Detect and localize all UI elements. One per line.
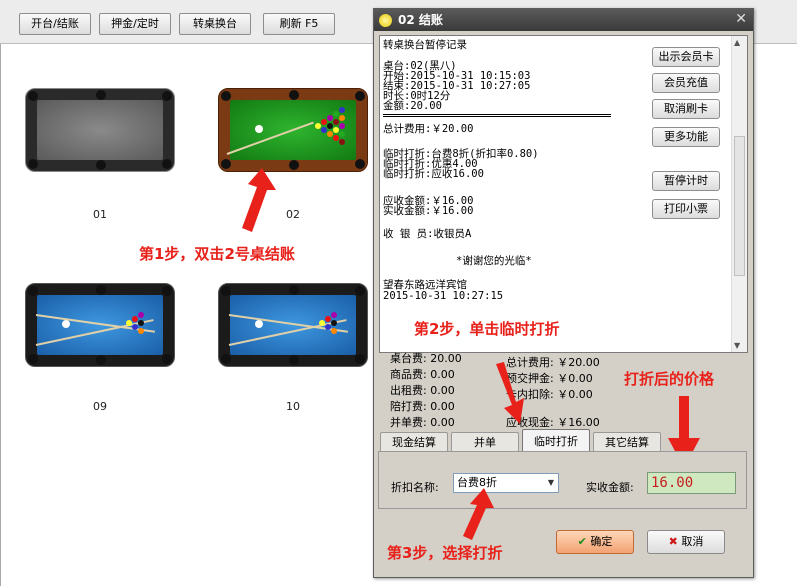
scroll-thumb[interactable] [734,136,745,276]
tab-cash-settlement[interactable]: 现金结算 [380,432,448,452]
step3-arrow-icon [463,488,494,540]
scroll-down-icon[interactable]: ▼ [734,341,740,350]
receipt-line: 收 银 员:收银员A [383,228,472,240]
table-09[interactable] [25,283,175,367]
table-10[interactable] [218,283,368,367]
table-10-label: 10 [286,400,300,413]
table-02-label: 02 [286,208,300,221]
receipt-line: 望春东路远洋宾馆 [383,279,467,291]
pause-timer-button[interactable]: 暂停计时 [652,171,720,191]
deposit-timer-button[interactable]: 押金/定时 [99,13,171,35]
discount-panel: 折扣名称: 台费8折 ▼ 实收金额: 16.00 [378,451,747,509]
chevron-down-icon[interactable]: ▼ [548,474,554,492]
receipt-line: 临时打折:应收16.00 [383,168,484,180]
receipt-divider [383,114,611,117]
switch-table-button[interactable]: 转桌换台 [179,13,251,35]
table-09-label: 09 [93,400,107,413]
app-icon [379,14,392,27]
step2-arrow-icon [496,362,524,424]
dialog-title: 02 结账 [374,9,753,31]
receipt-line: *谢谢您的光临* [456,255,532,267]
tab-other-settlement[interactable]: 其它结算 [593,432,661,452]
accompany-fee: 陪打费: 0.00 [390,400,455,413]
table-01[interactable] [25,88,175,172]
scroll-up-icon[interactable]: ▲ [734,38,740,47]
confirm-button[interactable]: ✔ 确定 [556,530,634,554]
tab-temp-discount[interactable]: 临时打折 [522,429,590,453]
receipt-line: 金额:20.00 [383,100,442,112]
receipt-scrollbar[interactable]: ▲ ▼ [731,36,747,352]
goods-fee: 商品费: 0.00 [390,368,455,381]
table-01-label: 01 [93,208,107,221]
merge-fee: 并单费: 0.00 [390,416,455,429]
open-checkout-button[interactable]: 开台/结账 [19,13,91,35]
step1-note: 第1步，双击2号桌结账 [139,245,295,263]
discount-name-label: 折扣名称: [391,481,439,494]
check-icon: ✔ [577,535,587,548]
close-icon[interactable]: ✕ [735,11,747,27]
show-member-card-button[interactable]: 出示会员卡 [652,47,720,67]
rent-fee: 出租费: 0.00 [390,384,455,397]
actual-amount-field: 16.00 [647,472,736,494]
receipt-line: 转桌换台暂停记录 [383,39,467,51]
confirm-label: 确定 [590,535,613,548]
refresh-button[interactable]: 刷新 F5 [263,13,335,35]
receipt-line: 实收金额:￥16.00 [383,205,474,217]
receipt-line: 总计费用:￥20.00 [383,123,474,135]
cancel-button[interactable]: ✖ 取消 [647,530,725,554]
tab-merge-bill[interactable]: 并单 [451,432,519,452]
step2-note: 第2步，单击临时打折 [414,320,560,338]
cancel-card-button[interactable]: 取消刷卡 [652,99,720,119]
cross-icon: ✖ [668,535,678,548]
cancel-label: 取消 [681,535,704,548]
step3-note: 第3步，选择打折 [387,544,503,562]
step1-arrow-icon [242,168,276,232]
more-functions-button[interactable]: 更多功能 [652,127,720,147]
print-receipt-button[interactable]: 打印小票 [652,199,720,219]
actual-amount-label: 实收金额: [586,481,634,494]
receipt-line: 2015-10-31 10:27:15 [383,290,504,302]
member-recharge-button[interactable]: 会员充值 [652,73,720,93]
table-fee: 桌台费: 20.00 [390,352,462,365]
price-note: 打折后的价格 [624,370,715,388]
